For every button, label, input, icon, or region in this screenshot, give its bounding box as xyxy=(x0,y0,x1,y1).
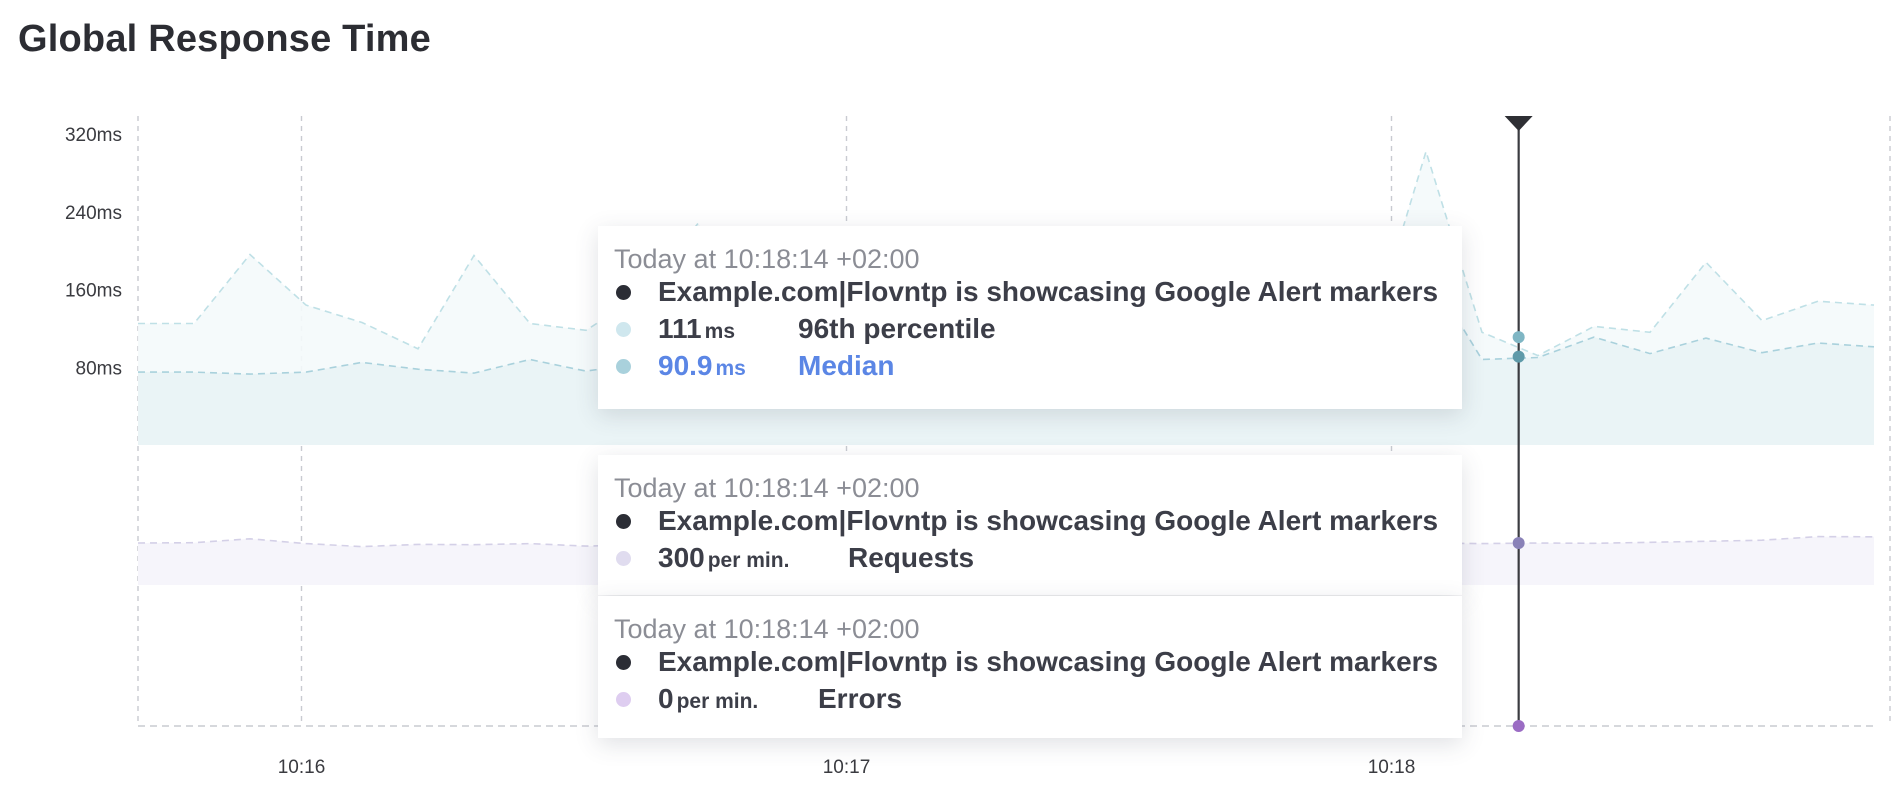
requests-tooltip: Today at 10:18:14 +02:00 Example.com|Flo… xyxy=(598,455,1462,595)
marker-point-requests xyxy=(1512,537,1525,549)
marker-point-median xyxy=(1512,350,1525,363)
monitor-dot-icon xyxy=(616,655,631,670)
tooltip-timestamp: Today at 10:18:14 +02:00 xyxy=(614,614,920,644)
monitor-name: Example.com|Flovntp is showcasing Google… xyxy=(658,505,1439,536)
monitor-name: Example.com|Flovntp is showcasing Google… xyxy=(658,646,1439,677)
monitor-name: Example.com|Flovntp is showcasing Google… xyxy=(658,276,1439,307)
series-value: 0 xyxy=(658,683,674,714)
series-value: 90.9 xyxy=(658,350,713,381)
series-metric-label: Errors xyxy=(818,683,903,714)
series-unit: ms xyxy=(704,320,735,343)
series-unit: per min. xyxy=(676,690,759,713)
series-metric-label: Median xyxy=(798,350,895,381)
x-tick-label: 10:17 xyxy=(823,757,871,778)
tooltip-series-row: 0 per min. Errors xyxy=(614,683,1448,720)
series-metric-label: Requests xyxy=(848,542,975,573)
y-axis: 320ms 240ms 160ms 80ms xyxy=(65,125,122,379)
tooltip-timestamp: Today at 10:18:14 +02:00 xyxy=(614,244,920,274)
x-tick-label: 10:18 xyxy=(1368,757,1416,778)
marker-triangle-icon xyxy=(1504,116,1533,131)
series-dot-icon xyxy=(616,692,631,707)
x-axis: 10:16 10:17 10:18 xyxy=(278,757,1416,778)
latency-tooltip: Today at 10:18:14 +02:00 Example.com|Flo… xyxy=(598,226,1462,409)
y-tick-label: 240ms xyxy=(65,203,122,224)
tooltip-timestamp: Today at 10:18:14 +02:00 xyxy=(614,473,920,503)
errors-tooltip: Today at 10:18:14 +02:00 Example.com|Flo… xyxy=(598,596,1462,738)
tooltip-monitor-row: Example.com|Flovntp is showcasing Google… xyxy=(614,646,1448,683)
tooltip-series-row-highlighted: 90.9 ms Median xyxy=(614,350,1448,387)
series-value: 111 xyxy=(658,313,702,344)
y-tick-label: 80ms xyxy=(76,358,122,379)
series-metric-label: 96th percentile xyxy=(798,313,996,344)
series-dot-icon xyxy=(616,322,631,337)
series-unit: ms xyxy=(715,357,746,380)
marker-point-p96 xyxy=(1512,331,1525,344)
tooltip-monitor-row: Example.com|Flovntp is showcasing Google… xyxy=(614,505,1448,542)
series-value: 300 xyxy=(658,542,705,573)
series-dot-icon xyxy=(616,359,631,374)
tooltip-series-row: 300 per min. Requests xyxy=(614,542,1448,579)
monitor-dot-icon xyxy=(616,285,631,300)
tooltip-monitor-row: Example.com|Flovntp is showcasing Google… xyxy=(614,276,1448,313)
y-tick-label: 160ms xyxy=(65,281,122,302)
marker-point-errors xyxy=(1512,720,1525,732)
monitor-dot-icon xyxy=(616,514,631,529)
series-unit: per min. xyxy=(707,549,790,572)
y-tick-label: 320ms xyxy=(65,125,122,146)
series-dot-icon xyxy=(616,551,631,566)
x-tick-label: 10:16 xyxy=(278,757,326,778)
tooltip-series-row: 111 ms 96th percentile xyxy=(614,313,1448,350)
